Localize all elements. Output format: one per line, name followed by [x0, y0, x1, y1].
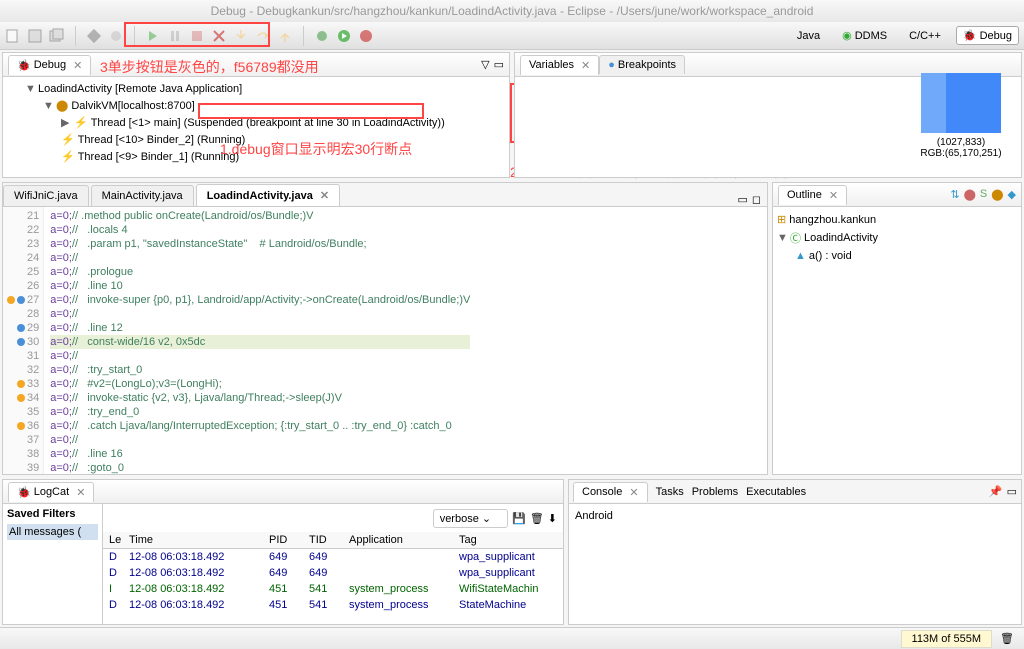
outline-class[interactable]: ▼ⒸLoadindActivity [777, 228, 1017, 248]
build-icon[interactable] [86, 28, 102, 44]
hide-static-icon[interactable]: S [980, 188, 987, 201]
title-bar: Debug - Debugkankun/src/hangzhou/kankun/… [0, 0, 1024, 22]
debug-vm-node[interactable]: ▼⬤DalvikVM[localhost:8700] [7, 97, 505, 114]
log-table[interactable]: Le Time PID TID Application Tag D12-08 0… [103, 532, 563, 624]
color-preview: (1027,833) RGB:(65,170,251) [911, 73, 1011, 159]
debug-app-node[interactable]: ▼LoadindActivity [Remote Java Applicatio… [7, 81, 505, 97]
outline-package[interactable]: ⊞hangzhou.kankun [777, 211, 1017, 228]
close-icon[interactable]: ✕ [829, 189, 838, 202]
editor-tab-wifi[interactable]: WifiJniC.java [3, 185, 89, 206]
outline-view: Outline✕ ⇅ ⬤ S ⬤ ◆ ⊞hangzhou.kankun ▼ⒸLo… [772, 182, 1022, 475]
maximize-icon[interactable]: ◻ [752, 193, 761, 206]
scroll-lock-icon[interactable]: ⬇ [548, 512, 557, 525]
hide-fields-icon[interactable]: ⬤ [991, 188, 1003, 201]
external-tools-icon[interactable] [358, 28, 374, 44]
annotation-text-1: 3单步按钮是灰色的，f56789都没用 [100, 57, 319, 77]
new-icon[interactable] [5, 28, 21, 44]
color-swatch [921, 73, 1001, 133]
editor-view: WifiJniC.java MainActivity.java LoadindA… [2, 182, 768, 475]
log-row[interactable]: D12-08 06:03:18.492649649wpa_supplicant [103, 549, 563, 565]
log-level-select[interactable]: verbose ⌄ [433, 509, 508, 528]
outline-tab[interactable]: Outline✕ [778, 185, 847, 205]
gc-icon[interactable]: 🗑 [1000, 632, 1014, 645]
skip-bp-icon[interactable] [108, 28, 124, 44]
executables-tab[interactable]: Executables [746, 486, 806, 498]
debug-perspective[interactable]: 🐞Debug [956, 26, 1019, 45]
logcat-tab[interactable]: 🐞LogCat✕ [8, 482, 94, 502]
close-icon[interactable]: ✕ [320, 189, 329, 202]
close-icon[interactable]: ✕ [73, 59, 82, 72]
filter-all[interactable]: All messages ( [7, 524, 98, 540]
outline-method[interactable]: ▲a() : void [777, 248, 1017, 264]
log-row[interactable]: I12-08 06:03:18.492451541system_processW… [103, 581, 563, 597]
close-icon[interactable]: ✕ [581, 59, 590, 72]
view-menu-icon[interactable]: ▽ [481, 58, 489, 71]
status-bar: 113M of 555M 🗑 [0, 627, 1024, 649]
run-icon[interactable] [336, 28, 352, 44]
debug-tab[interactable]: 🐞 Debug ✕ [8, 55, 91, 75]
filter-icon[interactable]: ⬤ [964, 188, 976, 201]
editor-tab-main[interactable]: MainActivity.java [91, 185, 194, 206]
save-icon[interactable] [27, 28, 43, 44]
clear-log-icon[interactable]: 🗑 [530, 512, 544, 525]
log-row[interactable]: D12-08 06:03:18.492451541system_processS… [103, 597, 563, 613]
main-toolbar: Java ◉DDMS C/C++ 🐞Debug [0, 22, 1024, 50]
tasks-tab[interactable]: Tasks [656, 486, 684, 498]
close-icon[interactable]: ✕ [76, 486, 85, 499]
variables-view: Variables✕ ●Breakpoints (1027,833) RGB:(… [514, 52, 1022, 178]
save-all-icon[interactable] [49, 28, 65, 44]
stop-icon[interactable] [189, 28, 205, 44]
sort-icon[interactable]: ⇅ [950, 188, 959, 201]
cpp-perspective[interactable]: C/C++ [902, 27, 948, 45]
pause-icon[interactable] [167, 28, 183, 44]
step-into-icon[interactable] [233, 28, 249, 44]
save-log-icon[interactable]: 💾 [512, 512, 526, 525]
code-editor[interactable]: 21 22 23 24 25 26 27 28 29 30 31 32 33 3… [3, 207, 767, 474]
annotation-text-2: 1.debug窗口显示明宏30行断点 [220, 139, 412, 159]
debug-icon[interactable] [314, 28, 330, 44]
gutter: 21 22 23 24 25 26 27 28 29 30 31 32 33 3… [3, 207, 44, 474]
java-perspective[interactable]: Java [790, 27, 827, 45]
minimize-icon[interactable]: ▭ [494, 58, 504, 71]
minimize-icon[interactable]: ▭ [737, 193, 747, 206]
logcat-view: 🐞LogCat✕ Saved Filters All messages ( ve… [2, 479, 564, 625]
console-body: Android [569, 504, 1021, 528]
ddms-perspective[interactable]: ◉DDMS [835, 26, 894, 45]
disconnect-icon[interactable] [211, 28, 227, 44]
variables-tab[interactable]: Variables✕ [520, 55, 599, 75]
pin-icon[interactable]: 📌 [989, 485, 1003, 498]
display-icon[interactable]: ▭ [1007, 485, 1017, 498]
console-tab[interactable]: Console✕ [573, 482, 648, 502]
debug-thread-main[interactable]: ▶⚡Thread [<1> main] (Suspended (breakpoi… [7, 114, 505, 131]
step-over-icon[interactable] [255, 28, 271, 44]
console-view: Console✕ Tasks Problems Executables 📌 ▭ … [568, 479, 1022, 625]
saved-filters: Saved Filters All messages ( [3, 504, 103, 624]
memory-indicator[interactable]: 113M of 555M [901, 630, 993, 648]
problems-tab[interactable]: Problems [692, 486, 738, 498]
resume-icon[interactable] [145, 28, 161, 44]
breakpoints-tab[interactable]: ●Breakpoints [599, 55, 685, 74]
log-row[interactable]: D12-08 06:03:18.492649649wpa_supplicant [103, 565, 563, 581]
editor-tab-loading[interactable]: LoadindActivity.java✕ [196, 184, 340, 206]
close-icon[interactable]: ✕ [629, 486, 638, 499]
step-return-icon[interactable] [277, 28, 293, 44]
hide-nonpublic-icon[interactable]: ◆ [1008, 188, 1016, 201]
